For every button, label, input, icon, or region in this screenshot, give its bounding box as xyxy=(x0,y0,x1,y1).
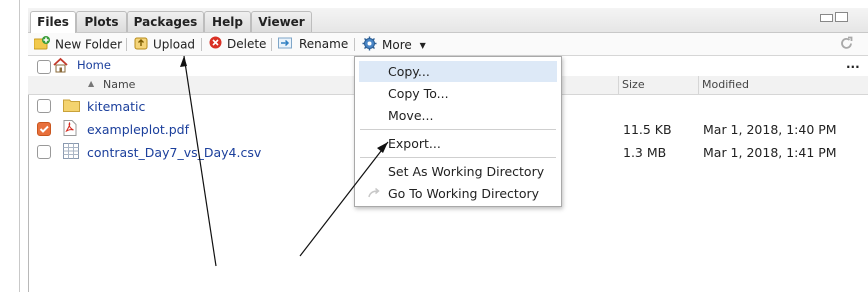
breadcrumb-home[interactable]: Home xyxy=(77,58,111,72)
toolbar-divider xyxy=(354,38,355,51)
file-size: 1.3 MB xyxy=(623,145,667,160)
new-folder-icon xyxy=(33,36,50,54)
row-checkbox[interactable] xyxy=(37,145,51,159)
more-menu: Copy... Copy To... Move... Export... Set… xyxy=(354,56,562,207)
menu-item-export[interactable]: Export... xyxy=(359,133,557,154)
new-folder-label: New Folder xyxy=(55,37,123,52)
menu-item-label: Go To Working Directory xyxy=(388,186,540,201)
column-modified[interactable]: Modified xyxy=(702,78,749,92)
upload-label: Upload xyxy=(153,37,196,52)
files-toolbar: New Folder Upload Delete Rename More ▼ xyxy=(28,33,868,56)
csv-file-icon xyxy=(63,143,79,162)
file-name-link[interactable]: contrast_Day7_vs_Day4.csv xyxy=(87,145,261,160)
file-modified: Mar 1, 2018, 1:40 PM xyxy=(703,122,837,137)
outer-border xyxy=(19,0,20,292)
menu-divider xyxy=(360,157,556,158)
tab-viewer[interactable]: Viewer xyxy=(251,11,312,32)
go-to-arrow-icon xyxy=(368,184,382,205)
delete-icon xyxy=(209,36,222,53)
file-modified: Mar 1, 2018, 1:41 PM xyxy=(703,145,837,160)
new-folder-button[interactable]: New Folder xyxy=(33,36,123,54)
home-icon[interactable] xyxy=(52,57,69,76)
tab-files[interactable]: Files xyxy=(30,11,76,33)
menu-item-move[interactable]: Move... xyxy=(359,105,557,126)
gear-icon xyxy=(362,36,377,55)
toolbar-divider xyxy=(126,38,127,51)
column-size[interactable]: Size xyxy=(622,78,645,92)
more-label: More xyxy=(382,38,412,52)
upload-icon xyxy=(134,36,148,54)
column-divider xyxy=(698,76,699,94)
tab-help[interactable]: Help xyxy=(204,11,251,32)
delete-button[interactable]: Delete xyxy=(209,36,266,52)
folder-icon xyxy=(63,98,80,115)
tab-plots[interactable]: Plots xyxy=(76,11,127,32)
path-overflow-button[interactable]: ... xyxy=(846,57,860,71)
minimize-pane-icon[interactable] xyxy=(820,14,833,22)
select-all-checkbox[interactable] xyxy=(37,60,51,74)
menu-item-go-to-working-directory[interactable]: Go To Working Directory xyxy=(359,183,557,204)
delete-label: Delete xyxy=(227,37,267,51)
file-name-link[interactable]: exampleplot.pdf xyxy=(87,122,189,137)
refresh-icon[interactable] xyxy=(839,36,854,54)
menu-item-copy-to[interactable]: Copy To... xyxy=(359,83,557,104)
menu-divider xyxy=(360,129,556,130)
file-size: 11.5 KB xyxy=(623,122,672,137)
file-name-link[interactable]: kitematic xyxy=(87,99,145,114)
menu-item-set-working-directory[interactable]: Set As Working Directory xyxy=(359,161,557,182)
pdf-file-icon xyxy=(63,120,77,139)
rename-button[interactable]: Rename xyxy=(278,36,348,52)
tab-packages[interactable]: Packages xyxy=(127,11,204,32)
rename-icon xyxy=(278,36,294,53)
pane-tabbar: Files Plots Packages Help Viewer xyxy=(28,8,868,33)
row-checkbox[interactable] xyxy=(37,122,51,136)
column-name[interactable]: Name xyxy=(103,78,135,92)
column-divider xyxy=(618,76,619,94)
menu-item-copy[interactable]: Copy... xyxy=(359,61,557,82)
toolbar-divider xyxy=(271,38,272,51)
rename-label: Rename xyxy=(299,37,349,51)
row-checkbox[interactable] xyxy=(37,99,51,113)
more-button[interactable]: More ▼ xyxy=(362,36,426,52)
toolbar-divider xyxy=(201,38,202,51)
chevron-down-icon: ▼ xyxy=(419,40,426,50)
maximize-pane-icon[interactable] xyxy=(835,12,848,22)
upload-button[interactable]: Upload xyxy=(134,36,195,52)
sort-ascending-icon: ▲ xyxy=(88,79,95,88)
